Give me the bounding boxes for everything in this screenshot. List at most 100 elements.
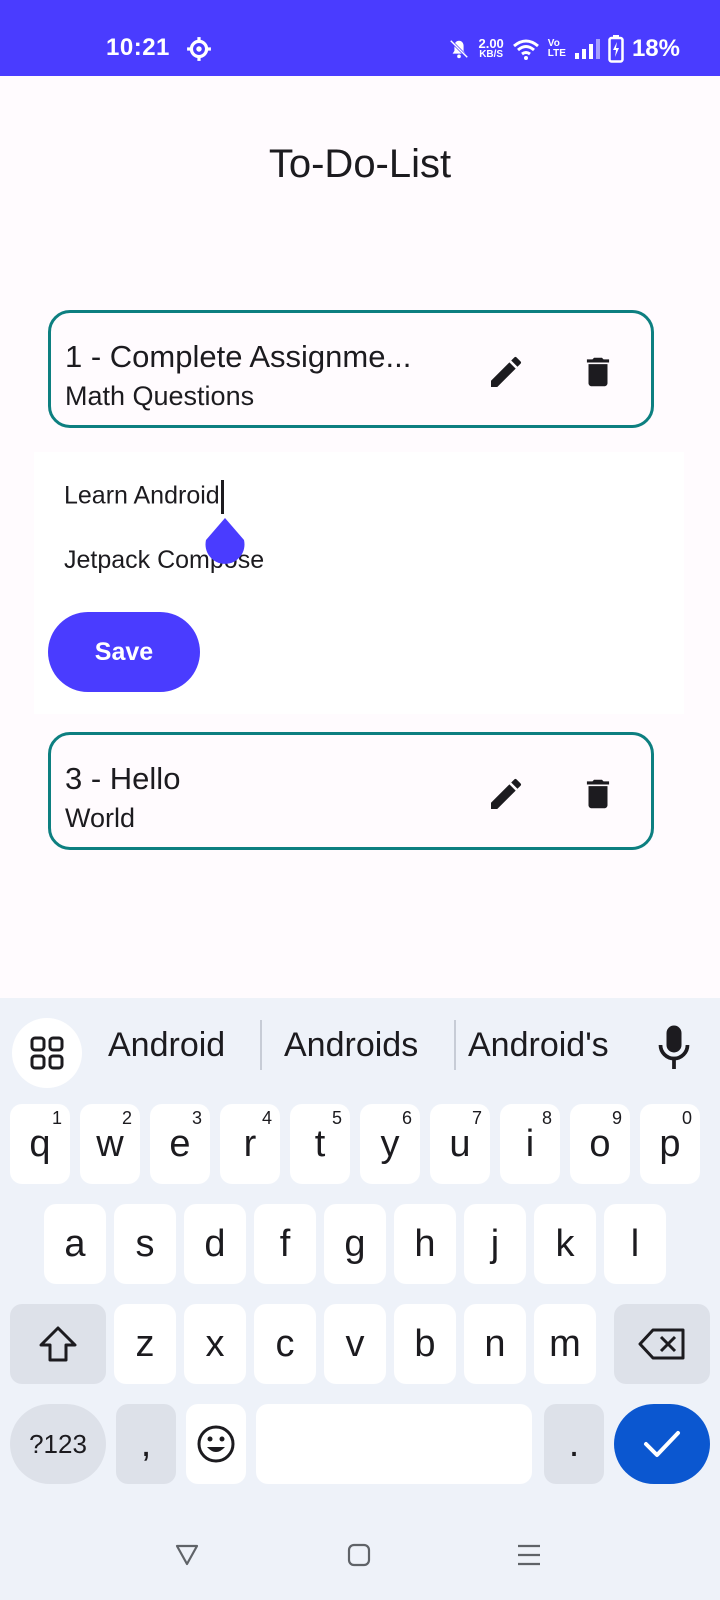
suggestion-divider bbox=[454, 1020, 456, 1070]
todo-title: 1 - Complete Assignme... bbox=[65, 339, 412, 374]
edit-todo-panel: Learn Android Jetpack Compose Save bbox=[34, 452, 684, 714]
todo-subtitle: Math Questions bbox=[65, 381, 255, 411]
key-label: w bbox=[96, 1122, 124, 1165]
key-l[interactable]: l bbox=[604, 1204, 666, 1284]
mute-bell-icon bbox=[450, 39, 469, 59]
key-p[interactable]: p0 bbox=[640, 1104, 700, 1184]
suggestion-divider bbox=[260, 1020, 262, 1070]
key-hint: 8 bbox=[541, 1108, 552, 1128]
key-v[interactable]: v bbox=[324, 1304, 386, 1384]
page-title: To-Do-List bbox=[268, 142, 452, 186]
delete-trash-icon bbox=[586, 357, 610, 387]
delete-button[interactable] bbox=[573, 769, 623, 819]
edit-pencil-icon bbox=[491, 778, 522, 809]
nav-recents-icon[interactable] bbox=[516, 1542, 542, 1568]
key-z[interactable]: z bbox=[114, 1304, 176, 1384]
key-d[interactable]: d bbox=[184, 1204, 246, 1284]
volte-indicator: Vo LTE bbox=[548, 39, 566, 59]
network-speed: 2.00 KB/S bbox=[478, 36, 504, 60]
check-icon bbox=[644, 1431, 680, 1457]
soft-keyboard: Android Androids Android's q1 w2 e3 r4 t… bbox=[0, 998, 720, 1600]
key-o[interactable]: o9 bbox=[570, 1104, 630, 1184]
keyboard-apps-button[interactable] bbox=[12, 1018, 82, 1088]
shift-icon bbox=[39, 1326, 77, 1362]
key-h[interactable]: h bbox=[394, 1204, 456, 1284]
emoji-key[interactable] bbox=[186, 1404, 246, 1484]
key-hint: 4 bbox=[261, 1108, 272, 1128]
key-k[interactable]: k bbox=[534, 1204, 596, 1284]
key-t[interactable]: t5 bbox=[290, 1104, 350, 1184]
key-y[interactable]: y6 bbox=[360, 1104, 420, 1184]
key-hint: 7 bbox=[471, 1108, 482, 1128]
key-hint: 2 bbox=[121, 1108, 132, 1128]
key-label: e bbox=[169, 1122, 191, 1165]
navigation-bar bbox=[0, 1524, 720, 1600]
backspace-key[interactable] bbox=[614, 1304, 710, 1384]
key-r[interactable]: r4 bbox=[220, 1104, 280, 1184]
network-speed-unit: KB/S bbox=[479, 49, 504, 60]
key-hint: 3 bbox=[191, 1108, 202, 1128]
nav-back-icon[interactable] bbox=[174, 1542, 200, 1568]
key-w[interactable]: w2 bbox=[80, 1104, 140, 1184]
key-b[interactable]: b bbox=[394, 1304, 456, 1384]
text-cursor bbox=[220, 480, 224, 514]
edit-pencil-icon bbox=[491, 356, 522, 387]
key-c[interactable]: c bbox=[254, 1304, 316, 1384]
key-label: u bbox=[449, 1122, 471, 1165]
key-s[interactable]: s bbox=[114, 1204, 176, 1284]
title-input-value: Learn Android bbox=[64, 481, 220, 510]
text-selection-handle[interactable] bbox=[204, 518, 246, 564]
suggestion-item[interactable]: Androids bbox=[284, 1026, 418, 1065]
key-q[interactable]: q1 bbox=[10, 1104, 70, 1184]
key-label: p bbox=[659, 1122, 681, 1165]
edit-button[interactable] bbox=[481, 769, 531, 819]
suggestion-item[interactable]: Android's bbox=[468, 1026, 609, 1065]
todo-card[interactable]: 3 - Hello World bbox=[48, 732, 654, 850]
key-f[interactable]: f bbox=[254, 1204, 316, 1284]
enter-key[interactable] bbox=[614, 1404, 710, 1484]
network-speed-value: 2.00 bbox=[478, 36, 504, 51]
battery-icon bbox=[608, 35, 624, 63]
symbols-key[interactable]: ?123 bbox=[10, 1404, 106, 1484]
space-key[interactable] bbox=[256, 1404, 532, 1484]
title-input[interactable]: Learn Android bbox=[64, 480, 224, 514]
todo-card[interactable]: 1 - Complete Assignme... Math Questions bbox=[48, 310, 654, 428]
mic-icon[interactable] bbox=[656, 1024, 692, 1072]
apps-grid-icon bbox=[30, 1036, 64, 1070]
shift-key[interactable] bbox=[10, 1304, 106, 1384]
key-hint: 5 bbox=[331, 1108, 342, 1128]
key-i[interactable]: i8 bbox=[500, 1104, 560, 1184]
nav-home-icon[interactable] bbox=[346, 1542, 372, 1568]
key-label: r bbox=[243, 1122, 257, 1165]
key-label: t bbox=[314, 1122, 326, 1165]
key-label: i bbox=[525, 1122, 535, 1165]
key-u[interactable]: u7 bbox=[430, 1104, 490, 1184]
key-x[interactable]: x bbox=[184, 1304, 246, 1384]
key-label: q bbox=[29, 1122, 51, 1165]
key-a[interactable]: a bbox=[44, 1204, 106, 1284]
key-label: o bbox=[589, 1122, 611, 1165]
key-m[interactable]: m bbox=[534, 1304, 596, 1384]
backspace-icon bbox=[638, 1328, 685, 1360]
key-hint: 0 bbox=[681, 1108, 692, 1128]
period-key[interactable]: . bbox=[544, 1404, 604, 1484]
key-hint: 6 bbox=[401, 1108, 412, 1128]
edit-button[interactable] bbox=[481, 347, 531, 397]
key-n[interactable]: n bbox=[464, 1304, 526, 1384]
todo-title: 3 - Hello bbox=[65, 761, 181, 796]
key-j[interactable]: j bbox=[464, 1204, 526, 1284]
key-g[interactable]: g bbox=[324, 1204, 386, 1284]
delete-button[interactable] bbox=[573, 347, 623, 397]
status-icons: 2.00 KB/S Vo LTE 18% bbox=[448, 34, 680, 64]
suggestion-item[interactable]: Android bbox=[108, 1026, 225, 1065]
wifi-icon bbox=[512, 39, 539, 60]
clock: 10:21 bbox=[106, 34, 170, 61]
save-button[interactable]: Save bbox=[48, 612, 200, 692]
settings-gear-icon bbox=[187, 37, 211, 61]
key-hint: 9 bbox=[611, 1108, 622, 1128]
key-hint: 1 bbox=[51, 1108, 62, 1128]
key-label: y bbox=[380, 1122, 400, 1165]
comma-key[interactable]: , bbox=[116, 1404, 176, 1484]
key-e[interactable]: e3 bbox=[150, 1104, 210, 1184]
todo-subtitle: World bbox=[65, 803, 136, 833]
